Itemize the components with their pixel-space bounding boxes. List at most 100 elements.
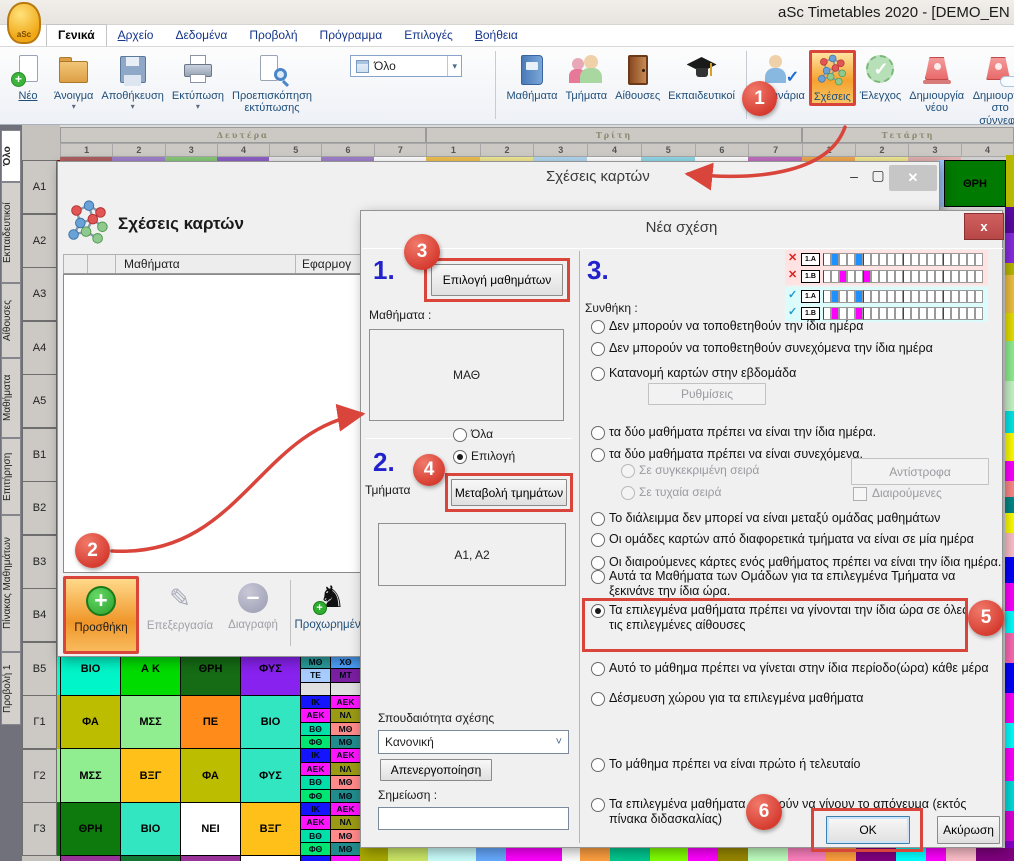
row-header-A4[interactable]: A4 <box>22 321 57 375</box>
radio-option-label-14[interactable]: Τα επιλεγμένα μαθήματα μπορούν να γίνουν… <box>609 797 971 828</box>
row-header-B4[interactable]: B4 <box>22 588 57 642</box>
timetable-mini-cell[interactable]: ΜΘ <box>330 775 361 790</box>
toolbar-button-save[interactable]: Αποθήκευση▾ <box>97 50 167 114</box>
app-logo-icon[interactable]: aSc <box>7 2 41 44</box>
timetable-mini-cell[interactable] <box>300 682 331 697</box>
timetable-cell[interactable]: ΜΣΣ <box>120 695 181 749</box>
minimize-icon[interactable]: – <box>844 168 864 184</box>
radio-select-classes[interactable] <box>453 450 467 464</box>
radio-random-order[interactable] <box>621 486 635 500</box>
tab-Γενικά[interactable]: Γενικά <box>46 24 107 46</box>
row-header-B3[interactable]: B3 <box>22 535 57 589</box>
chevron-down-icon[interactable]: ▾ <box>196 103 200 112</box>
sidebar-tab-Εκπαιδευτικοί[interactable]: Εκπαιδευτικοί <box>1 182 21 283</box>
toolbar-button-relations[interactable]: Σχέσεις <box>809 50 856 106</box>
sidebar-tab-Όλο[interactable]: Όλο <box>1 130 21 182</box>
toolbar-button-check[interactable]: ✓Έλεγχος <box>856 50 905 104</box>
timetable-cell-thr[interactable]: ΘΡΗ <box>944 160 1006 207</box>
timetable-mini-cell[interactable]: ΒΘ <box>300 722 331 736</box>
timetable-mini-cell[interactable]: ΙΚ <box>300 802 331 816</box>
row-header-Γ2[interactable]: Γ2 <box>22 749 57 803</box>
sidebar-tab-Επιτήρηση[interactable]: Επιτήρηση <box>1 438 21 515</box>
note-input[interactable] <box>378 807 569 830</box>
deactivate-button[interactable]: Απενεργοποίηση <box>380 759 492 781</box>
timetable-mini-cell[interactable]: ΜΘ <box>330 789 361 804</box>
sidebar-tab-Μαθήματα[interactable]: Μαθήματα <box>1 358 21 438</box>
select-subjects-button[interactable]: Επιλογή μαθημάτων <box>431 264 563 296</box>
timetable-cell[interactable]: ΦΑ <box>180 748 241 803</box>
radio-all-classes[interactable] <box>453 428 467 442</box>
radio-option-13[interactable] <box>591 758 605 772</box>
timetable-mini-cell[interactable]: ΜΤ <box>330 668 361 683</box>
chevron-down-icon[interactable]: ▾ <box>447 56 461 76</box>
radio-specific-order[interactable] <box>621 464 635 478</box>
row-header-B5[interactable]: B5 <box>22 642 57 696</box>
tab-Πρόγραμμα[interactable]: Πρόγραμμα <box>309 25 394 46</box>
radio-option-label-12[interactable]: Δέσμευση χώρου για τα επιλεγμένα μαθήματ… <box>609 691 863 706</box>
edit-relation-button[interactable]: ✎ Επεξεργασία <box>142 576 218 654</box>
view-selector[interactable]: Όλο ▾ <box>350 55 462 77</box>
timetable-mini-cell[interactable]: ΝΛ <box>330 815 361 829</box>
timetable-cell[interactable]: ΜΣΣ <box>60 748 121 803</box>
radio-option-14[interactable] <box>591 798 605 812</box>
advanced-button[interactable]: ♞+ Προχωρημένοι <box>296 576 368 654</box>
timetable-mini-cell[interactable]: ΑΕΚ <box>330 802 361 816</box>
radio-option-label-3[interactable]: Κατανομή καρτών στην εβδομάδα <box>609 366 796 381</box>
toolbar-button-print-preview[interactable]: Προεπισκόπηση εκτύπωσης <box>228 50 316 117</box>
tab-Βοήθεια[interactable]: Βοήθεια <box>464 25 529 46</box>
timetable-cell[interactable]: ΘΡΗ <box>60 802 121 856</box>
timetable-mini-cell[interactable]: ΜΘ <box>330 842 361 856</box>
row-header-A1[interactable]: A1 <box>22 160 57 214</box>
radio-select-label[interactable]: Επιλογή <box>471 449 515 463</box>
radio-option-label-1[interactable]: Δεν μπορούν να τοποθετηθούν την ίδια ημέ… <box>609 319 864 334</box>
timetable-mini-cell[interactable]: ΦΘ <box>300 789 331 804</box>
maximize-icon[interactable]: ▢ <box>868 167 888 184</box>
timetable-cell[interactable]: ΦΑ <box>60 695 121 749</box>
toolbar-button-new[interactable]: +Νέο <box>6 50 50 104</box>
toolbar-button-print[interactable]: Εκτύπωση▾ <box>168 50 228 114</box>
timetable-mini-cell[interactable]: ΒΘ <box>300 829 331 843</box>
radio-option-9[interactable] <box>591 570 605 584</box>
tab-Δεδομένα[interactable]: Δεδομένα <box>164 25 238 46</box>
timetable-cell[interactable]: ΒΙΟ <box>120 802 181 856</box>
timetable-mini-cell[interactable]: ΑΕΚ <box>330 748 361 763</box>
close-icon[interactable]: x <box>964 213 1004 240</box>
radio-option-1[interactable] <box>591 320 605 334</box>
radio-option-5[interactable] <box>591 448 605 462</box>
chevron-down-icon[interactable]: ▾ <box>72 103 76 112</box>
timetable-mini-cell[interactable]: ΑΕΚ <box>300 815 331 829</box>
timetable-cell[interactable]: ΒΙΟ <box>240 695 301 749</box>
timetable-mini-cell[interactable]: ΤΕ <box>300 668 331 683</box>
radio-option-label-4[interactable]: τα δύο μαθήματα πρέπει να είναι την ίδια… <box>609 425 876 440</box>
radio-option-3[interactable] <box>591 367 605 381</box>
row-header-B1[interactable]: B1 <box>22 428 57 482</box>
timetable-mini-cell[interactable]: ΑΕΚ <box>330 695 361 709</box>
radio-option-label-10[interactable]: Τα επιλεγμένα μαθήματα πρέπει να γίνοντα… <box>609 603 971 634</box>
timetable-mini-cell[interactable]: ΜΘ <box>330 722 361 736</box>
toolbar-button-subjects[interactable]: Μαθήματα <box>502 50 561 104</box>
chevron-down-icon[interactable]: ▾ <box>131 103 135 112</box>
row-header-Γ1[interactable]: Γ1 <box>22 695 57 749</box>
timetable-mini-cell[interactable]: ΦΘ <box>300 842 331 856</box>
row-header-A3[interactable]: A3 <box>22 267 57 321</box>
radio-option-11[interactable] <box>591 662 605 676</box>
timetable-mini-cell[interactable]: ΜΘ <box>330 829 361 843</box>
radio-option-7[interactable] <box>591 533 605 547</box>
sidebar-tab-Αίθουσες[interactable]: Αίθουσες <box>1 283 21 358</box>
radio-all-label[interactable]: Όλα <box>471 427 493 441</box>
column-applied[interactable]: Εφαρμογ <box>302 257 351 271</box>
radio-option-6[interactable] <box>591 512 605 526</box>
row-header-A5[interactable]: A5 <box>22 374 57 428</box>
toolbar-button-classes[interactable]: Τμήματα <box>561 50 611 104</box>
radio-option-12[interactable] <box>591 692 605 706</box>
timetable-mini-cell[interactable]: ΝΛ <box>330 708 361 722</box>
importance-select[interactable]: Κανονική ˅ <box>378 730 569 754</box>
timetable-mini-cell[interactable]: ΒΘ <box>300 775 331 790</box>
timetable-mini-cell[interactable]: ΙΚ <box>300 748 331 763</box>
toolbar-button-generate-new[interactable]: Δημιουργία νέου <box>905 50 968 117</box>
settings-button[interactable]: Ρυθμίσεις <box>648 383 766 405</box>
timetable-mini-cell[interactable]: ΦΘ <box>300 735 331 749</box>
radio-option-10[interactable] <box>591 604 605 618</box>
toolbar-button-classrooms[interactable]: Αίθουσες <box>611 50 664 104</box>
radio-option-label-8[interactable]: Οι διαιρούμενες κάρτες ενός μαθήματος πρ… <box>609 555 1001 570</box>
